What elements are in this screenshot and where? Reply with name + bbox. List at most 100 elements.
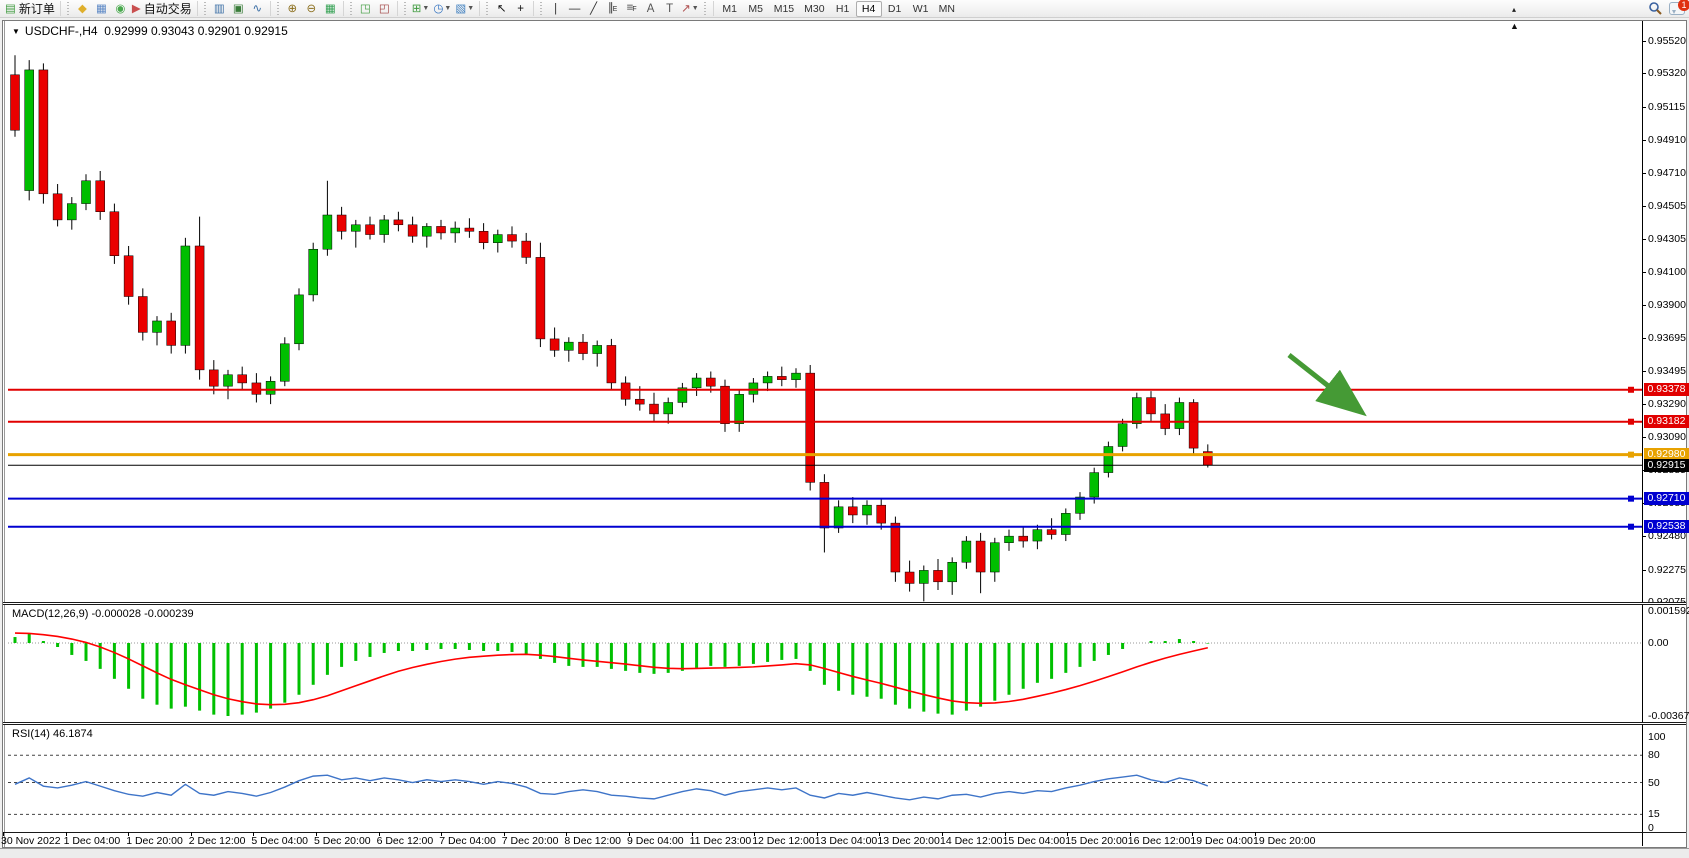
toolbar-grip[interactable]: [276, 2, 281, 16]
rsi-label: RSI(14) 46.1874: [12, 728, 93, 740]
price-axis-label: 0.93695: [1648, 332, 1686, 344]
price-axis-label: 0.93290: [1648, 398, 1686, 410]
time-axis-tick: [128, 832, 129, 836]
label-icon[interactable]: T: [660, 1, 679, 17]
trading-platform: ▤新订单◆▦◉▶自动交易▥▣∿⊕⊖▦◳◰⊞▼◷▼▧▼↖+|—╱∥E≡FAT↗▼ …: [0, 0, 1689, 858]
toolbar-grip[interactable]: [66, 2, 71, 16]
price-axis-tick: [1642, 536, 1646, 537]
zoom-in-icon[interactable]: ⊕: [283, 1, 302, 17]
timeframe-m15[interactable]: M15: [769, 1, 799, 17]
symbol-period-label: USDCHF-,H4: [25, 24, 98, 38]
macd-label: MACD(12,26,9) -0.000028 -0.000239: [12, 608, 194, 620]
time-axis-label: 13 Dec 04:00: [815, 835, 877, 847]
timeframe-w1[interactable]: W1: [908, 1, 934, 17]
price-axis-tick: [1642, 107, 1646, 108]
toolbar-grip[interactable]: [485, 2, 490, 16]
timeframe-m1[interactable]: M1: [717, 1, 743, 17]
timeframe-mn[interactable]: MN: [934, 1, 960, 17]
timeframe-d1[interactable]: D1: [882, 1, 908, 17]
notification-badge: 1: [1678, 0, 1689, 11]
price-axis-label: 0.93090: [1648, 431, 1686, 443]
rsi-axis-label: 15: [1648, 808, 1660, 820]
chart-shift-marker[interactable]: ▲: [1510, 21, 1519, 31]
pane-separator-rsi[interactable]: [3, 722, 1686, 725]
price-chart-pane[interactable]: [8, 21, 1642, 603]
tile-windows-icon: ▦: [325, 1, 336, 17]
new-order-button[interactable]: ▤新订单: [3, 1, 57, 17]
chevron-down-icon: ▼: [467, 1, 474, 17]
time-axis-label: 15 Dec 20:00: [1065, 835, 1127, 847]
signals-icon[interactable]: ◉: [111, 1, 130, 17]
label-icon: T: [666, 1, 673, 17]
tile-windows-icon[interactable]: ▦: [321, 1, 340, 17]
channel-icon[interactable]: ∥E: [603, 1, 622, 17]
line-chart-icon: ∿: [252, 1, 262, 17]
bar-chart-icon[interactable]: ▥: [210, 1, 229, 17]
pane-separator-macd[interactable]: [3, 602, 1686, 605]
chart-title: ▼ USDCHF-,H4 0.92999 0.93043 0.92901 0.92…: [12, 24, 288, 38]
vertical-line-icon: |: [554, 1, 557, 17]
timeframe-h4[interactable]: H4: [856, 1, 882, 17]
data-window-icon: ▦: [96, 1, 107, 17]
price-axis-label: 0.95115: [1648, 101, 1685, 113]
candlestick-chart-icon[interactable]: ▣: [229, 1, 248, 17]
price-axis-tick: [1642, 140, 1646, 141]
time-axis-label: 6 Dec 12:00: [377, 835, 434, 847]
notifications-icon[interactable]: 1: [1669, 2, 1685, 15]
text-icon[interactable]: A: [641, 1, 660, 17]
zoom-out-icon[interactable]: ⊖: [302, 1, 321, 17]
annotation-arrow-down: [1289, 355, 1355, 407]
arrows-icon[interactable]: ↗▼: [679, 1, 701, 17]
toolbar: ▤新订单◆▦◉▶自动交易▥▣∿⊕⊖▦◳◰⊞▼◷▼▧▼↖+|—╱∥E≡FAT↗▼ …: [0, 0, 1689, 18]
horizontal-line-icon: —: [569, 1, 581, 17]
trendline-icon: ╱: [590, 1, 597, 17]
signals-icon: ◉: [115, 1, 125, 17]
fibonacci-icon[interactable]: ≡F: [622, 1, 641, 17]
time-axis-label: 16 Dec 12:00: [1128, 835, 1190, 847]
toolbar-grip[interactable]: [703, 2, 708, 16]
window-menu-icon[interactable]: ▼: [12, 27, 20, 36]
horizontal-line-icon[interactable]: —: [565, 1, 584, 17]
template-icon[interactable]: ▧▼: [453, 1, 476, 17]
zoom-in-icon: ⊕: [287, 1, 297, 17]
macd-pane[interactable]: [8, 606, 1642, 723]
time-axis-tick: [879, 832, 880, 836]
time-axis-label: 11 Dec 23:00: [690, 835, 752, 847]
timeframe-m30[interactable]: M30: [799, 1, 829, 17]
toolbar-grip[interactable]: [203, 2, 208, 16]
time-axis-label: 9 Dec 04:00: [627, 835, 684, 847]
crosshair-icon[interactable]: +: [511, 1, 530, 17]
ohlc-values: 0.92999 0.93043 0.92901 0.92915: [104, 24, 288, 38]
time-axis-tick: [566, 832, 567, 836]
objects-list-icon[interactable]: ◰: [375, 1, 394, 17]
timeframe-m5[interactable]: M5: [743, 1, 769, 17]
vertical-line-icon[interactable]: |: [546, 1, 565, 17]
toolbar-grip[interactable]: [349, 2, 354, 16]
cursor-icon[interactable]: ↖: [492, 1, 511, 17]
price-axis-label: 0.95520: [1648, 35, 1686, 47]
search-icon[interactable]: [1648, 1, 1663, 16]
time-axis-tick: [253, 832, 254, 836]
toolbar-button-label: 自动交易: [144, 1, 192, 17]
data-window-icon[interactable]: ▦: [92, 1, 111, 17]
auto-trading-button[interactable]: ▶自动交易: [130, 1, 194, 17]
period-icon[interactable]: ◷▼: [431, 1, 453, 17]
market-watch-icon[interactable]: ◆: [73, 1, 92, 17]
toolbar-grip[interactable]: [403, 2, 408, 16]
time-axis-label: 30 Nov 2022: [1, 835, 61, 847]
rsi-pane[interactable]: [8, 726, 1642, 832]
cursor-icon: ↖: [497, 1, 507, 17]
time-axis-tick: [942, 832, 943, 836]
time-axis-label: 5 Dec 04:00: [251, 835, 308, 847]
time-axis-label: 5 Dec 20:00: [314, 835, 371, 847]
new-order-icon: ▤: [5, 1, 16, 17]
add-indicator-icon[interactable]: ⊞▼: [410, 1, 432, 17]
toolbar-overflow-icon[interactable]: ▴: [1512, 5, 1516, 14]
line-chart-icon[interactable]: ∿: [248, 1, 267, 17]
timeframe-h1[interactable]: H1: [830, 1, 856, 17]
toolbar-grip[interactable]: [539, 2, 544, 16]
trendline-icon[interactable]: ╱: [584, 1, 603, 17]
indicators-icon[interactable]: ◳: [356, 1, 375, 17]
crosshair-icon: +: [517, 1, 524, 17]
fibonacci-icon: ≡F: [627, 0, 637, 18]
